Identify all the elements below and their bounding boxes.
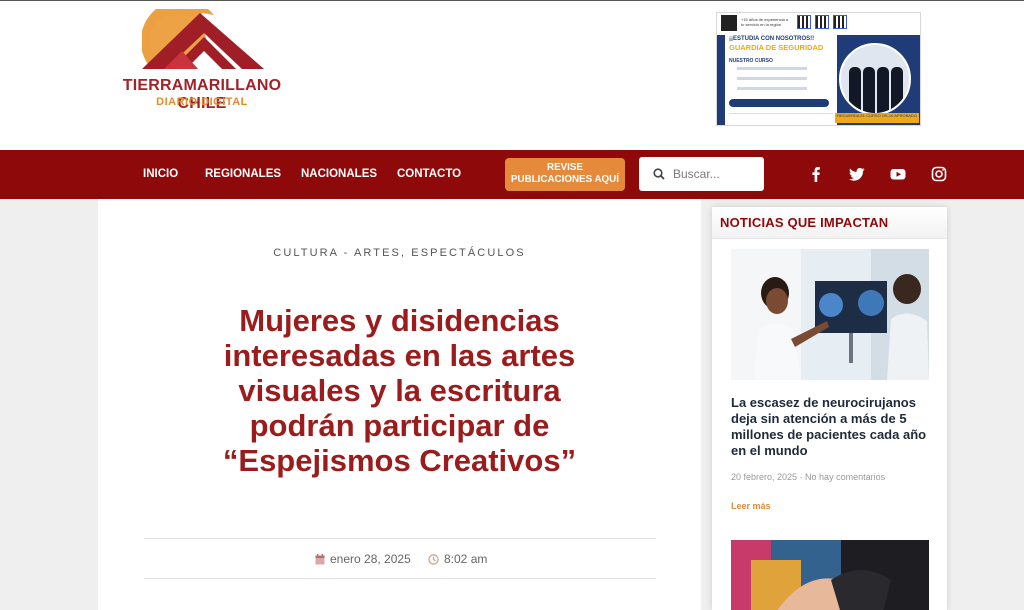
ad-headline-1: ¡¡ESTUDIA CON NOSOTROS!! (729, 36, 815, 42)
cta-line-1: REVISE (547, 162, 583, 173)
sidebar: NOTICIAS QUE IMPACTAN La escasez de neur… (712, 207, 947, 610)
article-category[interactable]: CULTURA - ARTES, ESPECTÁCULOS (98, 247, 701, 259)
nav-item-contacto[interactable]: CONTACTO (397, 150, 461, 199)
nav-item-nacionales[interactable]: NACIONALES (301, 150, 377, 199)
ad-contact-line (729, 113, 833, 121)
qr-code-icon (815, 15, 829, 29)
site-tagline: DIARIO DIGITAL (156, 96, 248, 108)
post-title[interactable]: La escasez de neurocirujanos deja sin at… (731, 395, 931, 459)
post-image (731, 249, 929, 380)
ad-bullet (737, 87, 807, 90)
qr-code-icon (797, 15, 811, 29)
twitter-icon[interactable] (849, 166, 865, 182)
clock-icon (428, 554, 439, 565)
article-date: enero 28, 2025 (315, 552, 411, 566)
post-thumbnail[interactable] (731, 249, 929, 380)
read-more-link[interactable]: Leer más (731, 501, 771, 511)
sidebar-header: NOTICIAS QUE IMPACTAN (712, 207, 947, 239)
post-image (731, 540, 929, 610)
ad-headline-2: GUARDIA DE SEGURIDAD (729, 43, 824, 52)
ad-bullet (737, 77, 807, 80)
article-date-text: enero 28, 2025 (330, 552, 411, 566)
ad-text-panel: ¡¡ESTUDIA CON NOSOTROS!! GUARDIA DE SEGU… (725, 35, 837, 125)
nav-item-regionales[interactable]: REGIONALES (205, 150, 281, 199)
mountain-logo-icon (142, 9, 264, 69)
nav-item-inicio[interactable]: INICIO (143, 150, 178, 199)
qr-code-icon (833, 15, 847, 29)
publicaciones-button[interactable]: REVISE PUBLICACIONES AQUÍ (505, 158, 625, 191)
ad-photo-guards (839, 43, 911, 115)
ad-course-label: NUESTRO CURSO (729, 58, 773, 64)
instagram-icon[interactable] (931, 166, 947, 182)
divider (144, 538, 656, 539)
site-logo[interactable]: TIERRAMARILLANO CHILE DIARIO DIGITAL (104, 9, 304, 113)
ad-body: ¡¡ESTUDIA CON NOSOTROS!! GUARDIA DE SEGU… (717, 35, 920, 125)
divider (144, 578, 656, 579)
site-header: TIERRAMARILLANO CHILE DIARIO DIGITAL +15… (0, 0, 1024, 150)
ad-bullet (737, 67, 807, 70)
article-main: CULTURA - ARTES, ESPECTÁCULOS Mujeres y … (98, 199, 701, 610)
post-thumbnail[interactable] (731, 540, 929, 610)
ad-banner[interactable]: +15 años de experiencia a tu servicio en… (716, 12, 921, 126)
article-time-text: 8:02 am (444, 552, 488, 566)
search-box (639, 157, 764, 191)
ad-top-text: +15 años de experiencia a tu servicio en… (741, 17, 789, 27)
search-icon[interactable] (653, 168, 665, 180)
ad-top-bar: +15 años de experiencia a tu servicio en… (717, 13, 920, 35)
ad-cta-pill (729, 99, 829, 107)
ad-banner-text: RECUERDA EL CURSO OS-10 APROBADO (835, 113, 919, 123)
facebook-icon[interactable] (808, 166, 824, 182)
post-meta: 20 febrero, 2025 · No hay comentarios (731, 472, 886, 482)
article-title: Mujeres y disidencias interesadas en las… (222, 303, 577, 478)
sidebar-title: NOTICIAS QUE IMPACTAN (720, 215, 889, 230)
article-time: 8:02 am (428, 552, 487, 566)
search-input[interactable] (673, 157, 761, 191)
cta-line-2: PUBLICACIONES AQUÍ (511, 174, 619, 185)
calendar-icon (315, 554, 325, 565)
ad-logo-icon (721, 15, 737, 31)
youtube-icon[interactable] (890, 166, 906, 182)
